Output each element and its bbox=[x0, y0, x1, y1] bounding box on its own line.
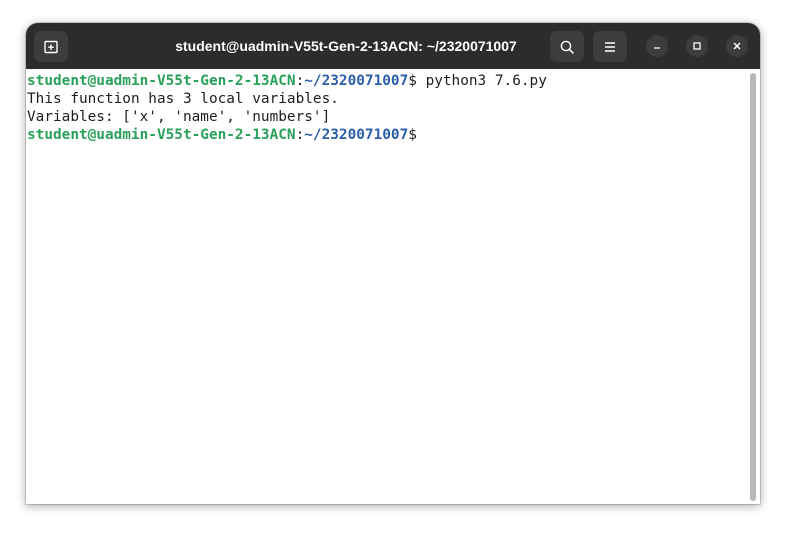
prompt-path: ~/2320071007 bbox=[304, 127, 409, 143]
output-line: This function has 3 local variables. bbox=[27, 91, 339, 107]
minimize-icon bbox=[654, 47, 660, 49]
minimize-button[interactable] bbox=[646, 35, 668, 57]
output-line: Variables: ['x', 'name', 'numbers'] bbox=[27, 109, 331, 125]
terminal-output-area[interactable]: student@uadmin-V55t-Gen-2-13ACN:~/232007… bbox=[26, 69, 760, 504]
prompt-dollar: $ bbox=[408, 127, 417, 143]
prompt-dollar: $ bbox=[408, 73, 417, 89]
prompt-colon: : bbox=[295, 73, 305, 89]
prompt-user: student@uadmin-V55t-Gen-2-13ACN bbox=[27, 73, 296, 89]
maximize-icon bbox=[693, 42, 701, 50]
menu-button[interactable] bbox=[593, 31, 627, 62]
prompt-colon: : bbox=[295, 127, 305, 143]
close-icon bbox=[733, 42, 741, 50]
maximize-button[interactable] bbox=[686, 35, 708, 57]
hamburger-menu-icon bbox=[605, 41, 615, 52]
command-text: python3 7.6.py bbox=[416, 73, 547, 89]
new-tab-icon bbox=[44, 40, 58, 53]
search-button[interactable] bbox=[550, 31, 584, 62]
close-button[interactable] bbox=[726, 35, 748, 57]
search-icon bbox=[560, 40, 574, 54]
prompt-user: student@uadmin-V55t-Gen-2-13ACN bbox=[27, 127, 296, 143]
prompt-line: student@uadmin-V55t-Gen-2-13ACN:~/232007… bbox=[27, 126, 747, 144]
new-tab-button[interactable] bbox=[34, 31, 68, 62]
prompt-path: ~/2320071007 bbox=[304, 73, 409, 89]
terminal-window: student@uadmin-V55t-Gen-2-13ACN: ~/23200… bbox=[26, 23, 760, 504]
title-bar[interactable]: student@uadmin-V55t-Gen-2-13ACN: ~/23200… bbox=[26, 23, 760, 69]
terminal-lines: student@uadmin-V55t-Gen-2-13ACN:~/232007… bbox=[27, 72, 747, 144]
window-title: student@uadmin-V55t-Gen-2-13ACN: ~/23200… bbox=[175, 38, 517, 54]
command-line: student@uadmin-V55t-Gen-2-13ACN:~/232007… bbox=[27, 72, 747, 90]
scrollbar[interactable] bbox=[750, 73, 756, 501]
